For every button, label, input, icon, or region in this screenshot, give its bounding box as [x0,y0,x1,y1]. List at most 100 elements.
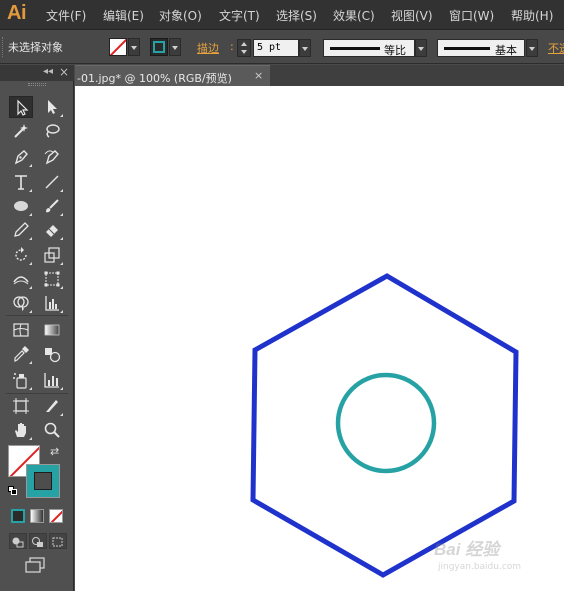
perspective-grid-icon [45,296,59,311]
stroke-label-link[interactable]: 描边 [197,40,219,56]
tools-panel-grip[interactable] [28,83,46,86]
none-mode-button[interactable] [49,509,63,523]
artboard-canvas[interactable] [75,86,564,591]
direct-selection-tool[interactable] [40,96,64,118]
menu-select[interactable]: 选择(S) [276,7,317,24]
menu-bar: Ai 文件(F) 编辑(E) 对象(O) 文字(T) 选择(S) 效果(C) 视… [0,0,564,30]
close-panel-icon[interactable]: × [59,65,69,79]
width-profile-select[interactable]: 等比 [323,39,415,57]
type-t-icon [15,175,27,190]
menu-type[interactable]: 文字(T) [219,7,260,24]
lasso-tool[interactable] [40,120,64,142]
circle-shape[interactable] [335,372,437,474]
brush-definition-dropdown[interactable] [526,39,538,57]
hand-tool[interactable] [9,419,33,441]
menu-object[interactable]: 对象(O) [159,7,202,24]
menu-effect[interactable]: 效果(C) [333,7,375,24]
pencil-tool[interactable] [9,219,33,241]
stroke-color-dropdown[interactable] [169,38,181,56]
width-tool-icon [13,276,29,285]
zoom-magnifier-icon [44,422,60,438]
color-mode-button[interactable] [11,509,25,523]
paintbrush-icon [46,199,59,213]
mesh-tool[interactable] [9,319,33,341]
tools-panel: ◂◂ × ⇄ [0,65,74,591]
paintbrush-tool[interactable] [40,195,64,217]
shape-builder-icon [13,296,29,311]
gradient-tool[interactable] [40,319,64,341]
stroke-swatch[interactable] [26,464,60,498]
free-transform-tool[interactable] [40,268,64,290]
artboard-tool[interactable] [9,395,33,417]
slice-tool[interactable] [40,395,64,417]
shape-builder-tool[interactable] [9,292,33,314]
screen-mode-button[interactable] [24,556,48,574]
opacity-label-link[interactable]: 不透明度 [548,40,564,56]
eyedropper-tool[interactable] [9,343,33,365]
stroke-label-colon: : [230,40,234,53]
baidu-jingyan-watermark: Bai 经验 jingyan.baidu.com [434,535,554,581]
scale-icon [44,247,60,263]
screen-mode-icon [25,557,45,573]
width-tool[interactable] [9,268,33,290]
control-bar-grip[interactable] [2,37,5,57]
collapse-panel-icon[interactable]: ◂◂ [43,66,53,77]
ellipse-icon [14,201,28,211]
pen-nib-icon [14,150,28,165]
swap-fill-stroke-icon[interactable]: ⇄ [50,445,59,458]
line-segment-tool[interactable] [40,171,64,193]
menu-help[interactable]: 帮助(H) [511,7,553,24]
ellipse-tool[interactable] [9,195,33,217]
gradient-icon [44,324,60,336]
control-bar: 未选择对象 描边 : 5 pt 等比 基本 不透明度 [0,31,564,64]
gradient-mode-button[interactable] [30,509,44,523]
menu-window[interactable]: 窗口(W) [449,7,494,24]
scale-tool[interactable] [40,244,64,266]
stepper-arrows-icon [241,42,247,54]
menu-file[interactable]: 文件(F) [46,7,86,24]
stroke-weight-field[interactable]: 5 pt [253,39,299,57]
brush-line-preview [444,47,490,50]
stroke-weight-stepper[interactable] [237,39,251,57]
brush-definition-select[interactable]: 基本 [437,39,525,57]
width-profile-dropdown[interactable] [415,39,427,57]
eraser-tool[interactable] [40,219,64,241]
default-fill-stroke-icon[interactable] [8,486,18,496]
zoom-tool[interactable] [40,419,64,441]
menu-edit[interactable]: 编辑(E) [103,7,144,24]
selection-status: 未选择对象 [8,41,63,54]
width-profile-label: 等比 [384,44,406,57]
perspective-grid-tool[interactable] [40,292,64,314]
draw-inside-icon [52,537,63,547]
magic-wand-tool[interactable] [9,120,33,142]
draw-behind-button[interactable] [29,533,47,549]
blend-tool[interactable] [40,343,64,365]
mesh-icon [13,323,29,337]
fill-color-dropdown[interactable] [128,38,140,56]
document-tab-close-icon[interactable]: × [254,69,263,82]
menu-view[interactable]: 视图(V) [391,7,433,24]
stroke-weight-dropdown[interactable] [299,39,311,57]
rotate-tool[interactable] [9,244,33,266]
artboard-icon [13,398,29,414]
symbol-sprayer-icon [13,373,27,389]
brush-definition-label: 基本 [495,44,517,57]
document-tab[interactable]: -01.jpg* @ 100% (RGB/预览) × [75,65,270,86]
none-slash-icon [50,510,62,522]
column-graph-tool[interactable] [40,369,64,391]
symbol-sprayer-tool[interactable] [9,369,33,391]
curvature-tool[interactable] [40,146,64,168]
profile-line-preview [330,47,380,50]
app-logo: Ai [7,2,27,24]
hand-icon [15,423,26,437]
stroke-color-swatch[interactable] [150,38,168,56]
hexagon-shape[interactable] [250,273,519,578]
draw-inside-button[interactable] [49,533,67,549]
draw-normal-button[interactable] [9,533,27,549]
blend-icon [45,348,61,363]
fill-color-swatch[interactable] [109,38,127,56]
pen-tool[interactable] [9,146,33,168]
type-tool[interactable] [9,171,33,193]
selection-tool[interactable] [9,96,33,118]
direct-selection-arrow-icon [48,100,57,114]
